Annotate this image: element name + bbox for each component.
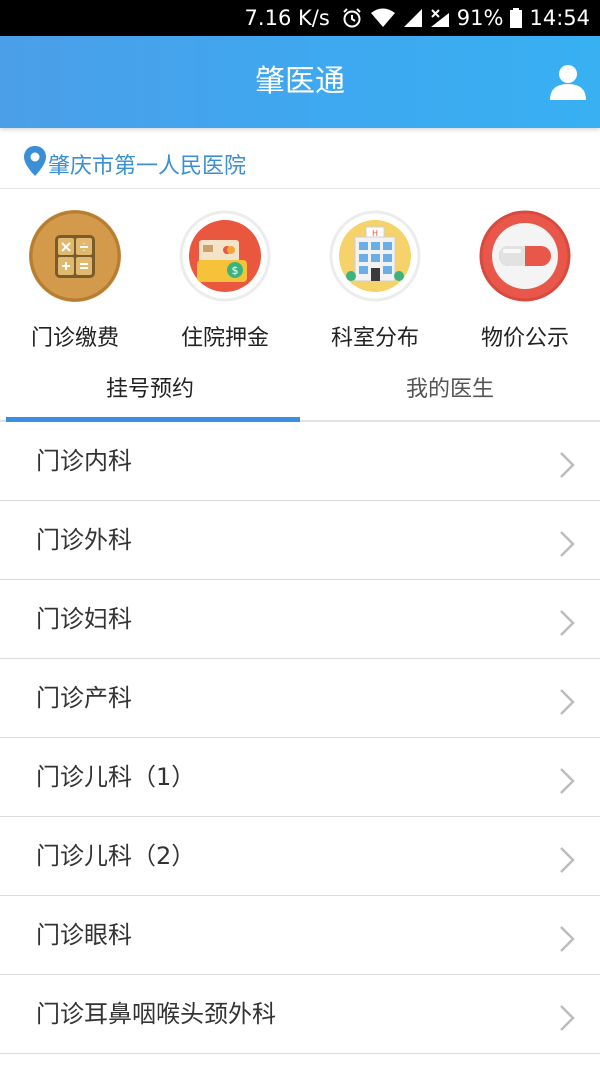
quick-item-inpatient-deposit[interactable]: $ 住院押金 <box>150 200 300 360</box>
signal-x-icon <box>430 8 450 28</box>
clock: 14:54 <box>529 6 590 30</box>
svg-text:$: $ <box>232 264 239 277</box>
list-item[interactable]: 门诊儿科（2） <box>0 817 600 896</box>
list-item[interactable]: 门诊内科 <box>0 422 600 501</box>
quick-item-label: 门诊缴费 <box>30 326 119 351</box>
wallet-card-icon: $ <box>179 210 271 302</box>
chevron-right-icon <box>560 926 575 952</box>
chevron-right-icon <box>560 1005 575 1031</box>
department-name: 门诊妇科 <box>36 605 132 633</box>
chevron-right-icon <box>560 452 575 478</box>
list-item[interactable]: 门诊产科 <box>0 659 600 738</box>
status-bar: 7.16 K/s 91% 14:54 <box>0 0 600 36</box>
chevron-right-icon <box>560 847 575 873</box>
quick-item-price-list[interactable]: 物价公示 <box>450 200 600 360</box>
chevron-right-icon <box>560 610 575 636</box>
quick-item-outpatient-payment[interactable]: 门诊缴费 <box>0 200 150 360</box>
quick-item-label: 住院押金 <box>180 326 269 351</box>
department-name: 门诊产科 <box>36 684 132 712</box>
alarm-icon <box>341 7 363 29</box>
tab-appointment[interactable]: 挂号预约 <box>0 362 300 422</box>
quick-item-label: 物价公示 <box>480 326 569 351</box>
pill-capsule-icon <box>479 210 571 302</box>
divider <box>0 188 600 189</box>
app-title: 肇医通 <box>255 64 345 99</box>
quick-item-department-map[interactable]: H 科室分布 <box>300 200 450 360</box>
list-item[interactable]: 门诊外科 <box>0 501 600 580</box>
chevron-right-icon <box>560 531 575 557</box>
hospital-building-icon: H <box>329 210 421 302</box>
list-item[interactable]: 门诊妇科 <box>0 580 600 659</box>
list-item[interactable]: 门诊儿科（1） <box>0 738 600 817</box>
department-name: 门诊内科 <box>36 447 132 475</box>
wifi-icon <box>370 8 396 28</box>
department-list: 门诊内科 门诊外科 门诊妇科 门诊产科 门诊儿科（1） 门诊儿科（2） 门诊眼科… <box>0 422 600 1054</box>
app-header: 肇医通 <box>0 36 600 128</box>
hospital-selector[interactable]: 肇庆市第一人民医院 <box>24 144 246 184</box>
quick-menu: 门诊缴费 $ 住院押金 H 科室分布 物价公示 <box>0 200 600 360</box>
department-name: 门诊耳鼻咽喉头颈外科 <box>36 1000 276 1028</box>
net-speed: 7.16 K/s <box>244 6 330 30</box>
department-name: 门诊儿科（2） <box>36 842 196 870</box>
list-item[interactable]: 门诊眼科 <box>0 896 600 975</box>
battery-icon <box>510 8 523 28</box>
department-name: 门诊儿科（1） <box>36 763 196 791</box>
calculator-icon <box>29 210 121 302</box>
quick-item-label: 科室分布 <box>330 326 419 351</box>
tab-bar: 挂号预约 我的医生 <box>0 362 600 422</box>
tab-my-doctors[interactable]: 我的医生 <box>300 362 600 420</box>
chevron-right-icon <box>560 689 575 715</box>
department-name: 门诊眼科 <box>36 921 132 949</box>
chevron-right-icon <box>560 768 575 794</box>
department-name: 门诊外科 <box>36 526 132 554</box>
signal-icon <box>403 8 423 28</box>
battery-percent: 91% <box>456 6 504 30</box>
location-pin-icon <box>24 146 46 182</box>
list-item[interactable]: 门诊耳鼻咽喉头颈外科 <box>0 975 600 1054</box>
user-icon[interactable] <box>546 60 590 104</box>
hospital-name: 肇庆市第一人民医院 <box>48 154 247 179</box>
